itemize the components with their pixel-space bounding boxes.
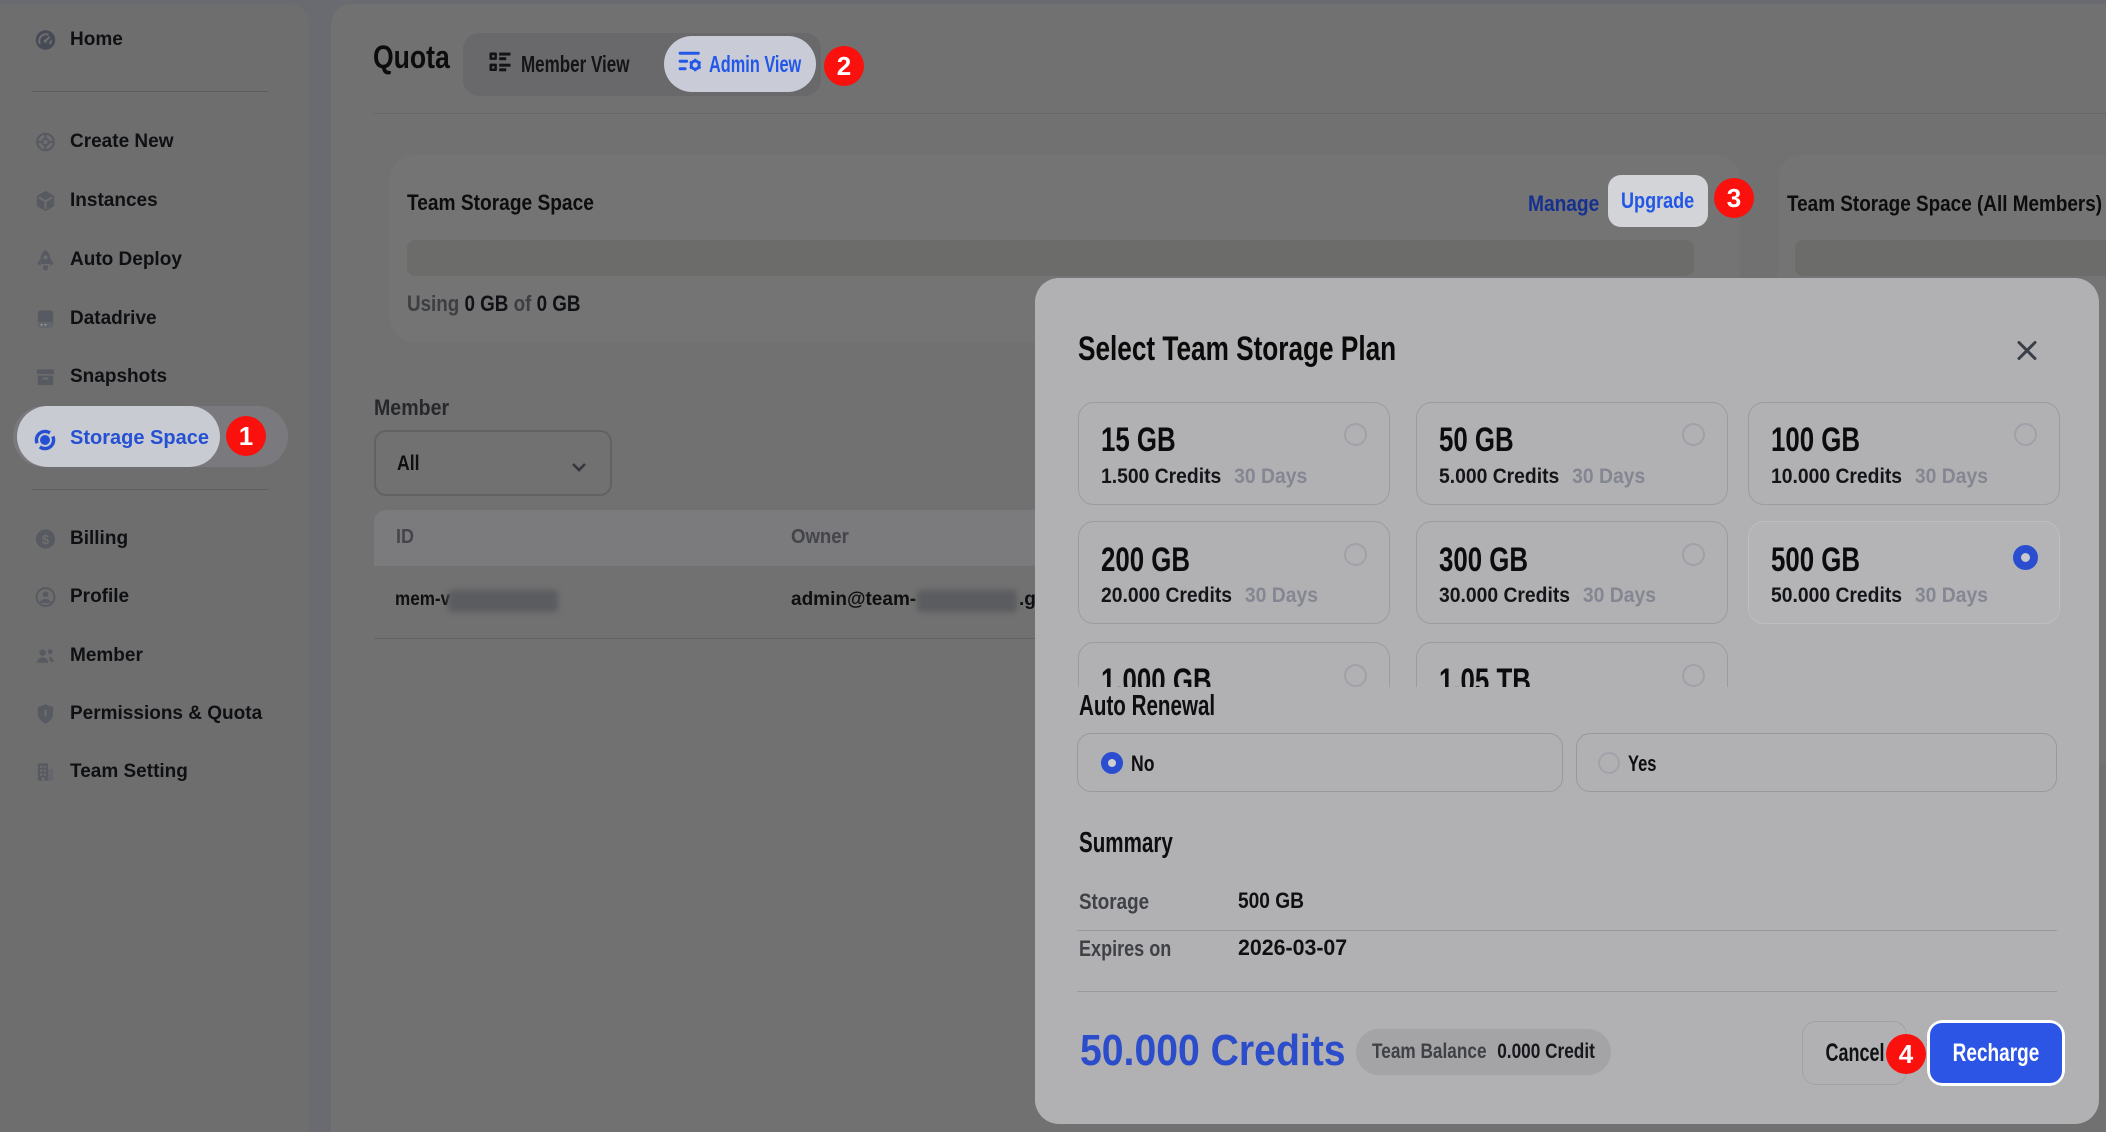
svg-text:$: $: [42, 532, 49, 547]
